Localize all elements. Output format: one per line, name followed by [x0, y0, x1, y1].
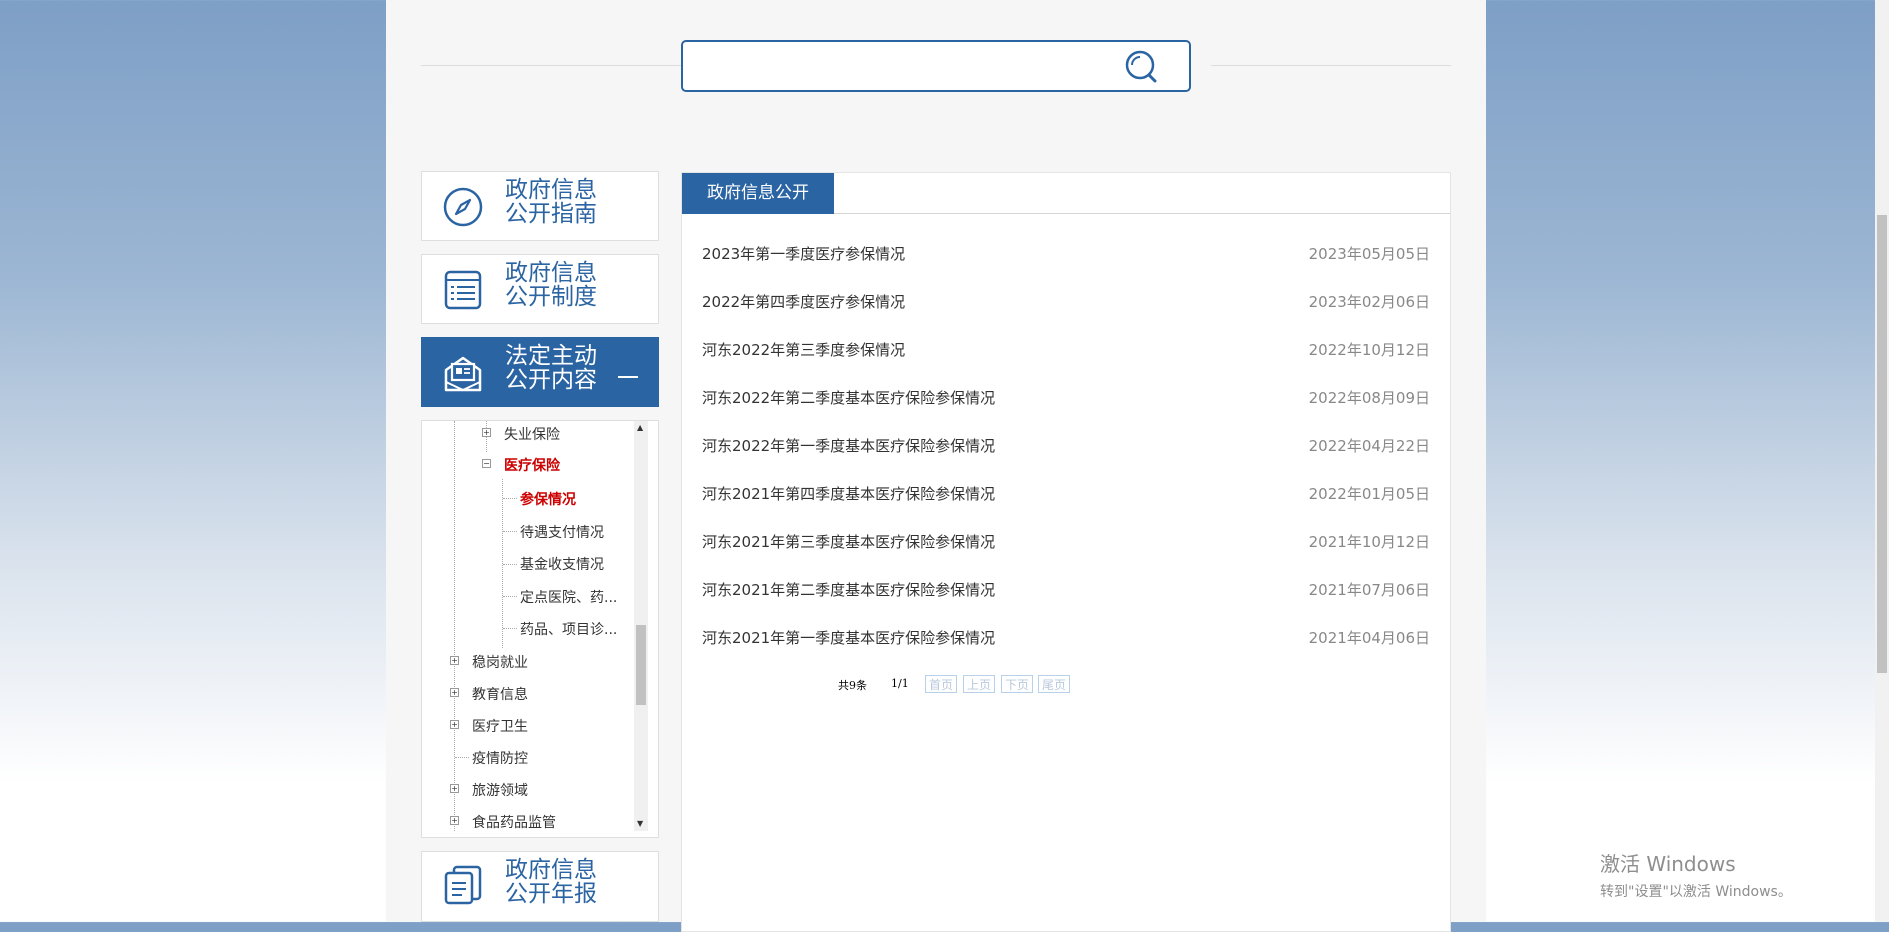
sidebar-card-title: 政府信息 公开制度	[505, 260, 597, 310]
list-item[interactable]: 河东2021年第二季度基本医疗保险参保情况 2021年07月06日	[702, 566, 1430, 614]
list-item[interactable]: 河东2021年第三季度基本医疗保险参保情况 2021年10月12日	[702, 518, 1430, 566]
expand-icon[interactable]: +	[450, 720, 459, 729]
windows-activation-watermark: 激活 Windows 转到"设置"以激活 Windows。	[1600, 848, 1792, 901]
list-item-title[interactable]: 河东2022年第一季度基本医疗保险参保情况	[702, 422, 995, 470]
list-item-title[interactable]: 河东2021年第四季度基本医疗保险参保情况	[702, 470, 995, 518]
list-item[interactable]: 河东2021年第四季度基本医疗保险参保情况 2022年01月05日	[702, 470, 1430, 518]
last-page-button[interactable]: 尾页	[1038, 675, 1070, 693]
content-panel: 政府信息公开 2023年第一季度医疗参保情况 2023年05月05日 2022年…	[681, 172, 1451, 932]
tree-item-food-drug[interactable]: 食品药品监管	[472, 812, 556, 832]
search-input[interactable]	[697, 52, 1121, 82]
list-item-date: 2023年02月06日	[1308, 293, 1430, 311]
collapse-node-icon[interactable]: −	[482, 459, 491, 468]
report-document-icon	[444, 865, 482, 905]
tab-bar: 政府信息公开	[682, 173, 1450, 214]
list-item-title[interactable]: 2023年第一季度医疗参保情况	[702, 230, 905, 278]
list-item-date: 2022年04月22日	[1308, 437, 1430, 455]
collapse-icon[interactable]	[618, 376, 638, 378]
tree-item-fund-income[interactable]: 基金收支情况	[520, 554, 604, 574]
sidebar-card-statutory[interactable]: 法定主动 公开内容	[421, 337, 659, 407]
list-item[interactable]: 2022年第四季度医疗参保情况 2023年02月06日	[702, 278, 1430, 326]
sidebar-card-title: 政府信息 公开指南	[505, 177, 597, 227]
search-box[interactable]	[681, 40, 1191, 92]
tab-gov-info-disclosure[interactable]: 政府信息公开	[682, 173, 834, 214]
list-item-date: 2021年04月06日	[1308, 629, 1430, 647]
tree-item-epidemic[interactable]: 疫情防控	[472, 748, 528, 768]
tree-item-tourism[interactable]: 旅游领域	[472, 780, 528, 800]
list-item-date: 2022年01月05日	[1308, 485, 1430, 503]
list-item-title[interactable]: 河东2021年第一季度基本医疗保险参保情况	[702, 614, 995, 662]
expand-icon[interactable]: +	[482, 428, 491, 437]
next-page-button[interactable]: 下页	[1001, 675, 1033, 693]
page-scrollbar[interactable]	[1875, 0, 1889, 922]
sidebar-card-policy[interactable]: 政府信息 公开制度	[421, 254, 659, 324]
tree-scrollbar[interactable]: ▲ ▼	[634, 421, 648, 831]
scroll-thumb[interactable]	[636, 625, 646, 705]
page-scroll-thumb[interactable]	[1877, 215, 1887, 673]
list-item[interactable]: 河东2021年第一季度基本医疗保险参保情况 2021年04月06日	[702, 614, 1430, 662]
list-item-date: 2021年10月12日	[1308, 533, 1430, 551]
list-item-title[interactable]: 河东2022年第二季度基本医疗保险参保情况	[702, 374, 995, 422]
category-tree: + 失业保险 − 医疗保险 参保情况 待遇支付情况 基金收支情况 定点医院、药.…	[421, 420, 659, 838]
search-icon[interactable]	[1121, 48, 1161, 84]
list-item-title[interactable]: 2022年第四季度医疗参保情况	[702, 278, 905, 326]
list-document-icon	[444, 270, 482, 310]
list-item-date: 2022年10月12日	[1308, 341, 1430, 359]
compass-icon	[443, 187, 483, 227]
envelope-news-icon	[444, 356, 482, 392]
watermark-subtitle: 转到"设置"以激活 Windows。	[1600, 884, 1792, 900]
scroll-up-icon[interactable]: ▲	[637, 423, 643, 432]
tree-item-education[interactable]: 教育信息	[472, 684, 528, 704]
expand-icon[interactable]: +	[450, 656, 459, 665]
tree-item-benefits-payment[interactable]: 待遇支付情况	[520, 522, 604, 542]
pager-page: 1/1	[891, 677, 909, 690]
page-container: 政府信息 公开指南 政府信息 公开制度 法定主动 公开内容 + 失业保险 − 医…	[386, 0, 1486, 932]
tree-item-employment[interactable]: 稳岗就业	[472, 652, 528, 672]
tree-item-enrollment[interactable]: 参保情况	[520, 489, 576, 509]
tree-item-drugs-projects[interactable]: 药品、项目诊...	[520, 619, 617, 639]
expand-icon[interactable]: +	[450, 816, 459, 825]
sidebar-card-annual-report[interactable]: 政府信息 公开年报	[421, 851, 659, 922]
sidebar-card-guide[interactable]: 政府信息 公开指南	[421, 171, 659, 241]
divider	[421, 65, 681, 66]
tree-item-healthcare[interactable]: 医疗卫生	[472, 716, 528, 736]
tree-item-designated-hospitals[interactable]: 定点医院、药...	[520, 587, 617, 607]
list-item[interactable]: 河东2022年第二季度基本医疗保险参保情况 2022年08月09日	[702, 374, 1430, 422]
watermark-title: 激活 Windows	[1600, 852, 1736, 876]
list-item[interactable]: 河东2022年第三季度参保情况 2022年10月12日	[702, 326, 1430, 374]
list-item-date: 2021年07月06日	[1308, 581, 1430, 599]
tree-item-unemployment-insurance[interactable]: 失业保险	[504, 424, 560, 444]
expand-icon[interactable]: +	[450, 688, 459, 697]
tree-item-medical-insurance[interactable]: 医疗保险	[504, 455, 560, 475]
pager-total: 共9条	[838, 679, 867, 692]
divider	[1211, 65, 1451, 66]
list-item-date: 2022年08月09日	[1308, 389, 1430, 407]
expand-icon[interactable]: +	[450, 784, 459, 793]
sidebar-card-title: 政府信息 公开年报	[505, 857, 597, 907]
sidebar-card-title: 法定主动 公开内容	[505, 343, 597, 393]
list-item-date: 2023年05月05日	[1308, 245, 1430, 263]
list-item-title[interactable]: 河东2021年第三季度基本医疗保险参保情况	[702, 518, 995, 566]
list-item[interactable]: 2023年第一季度医疗参保情况 2023年05月05日	[702, 230, 1430, 278]
list-item-title[interactable]: 河东2022年第三季度参保情况	[702, 326, 905, 374]
list-item[interactable]: 河东2022年第一季度基本医疗保险参保情况 2022年04月22日	[702, 422, 1430, 470]
scroll-down-icon[interactable]: ▼	[637, 819, 643, 828]
first-page-button[interactable]: 首页	[925, 675, 957, 693]
list-item-title[interactable]: 河东2021年第二季度基本医疗保险参保情况	[702, 566, 995, 614]
prev-page-button[interactable]: 上页	[963, 675, 995, 693]
